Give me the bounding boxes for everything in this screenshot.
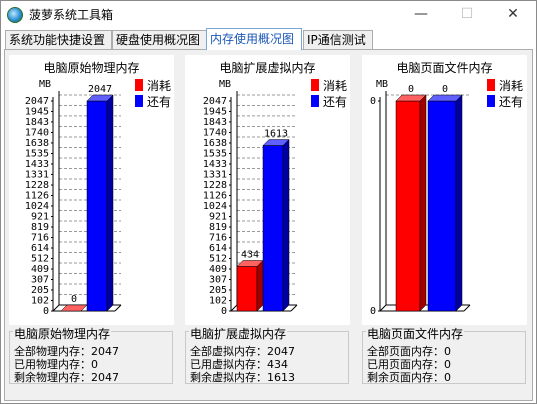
group-title: 电脑原始物理内存 (13, 325, 112, 342)
bar-side (256, 259, 264, 312)
free-physical-memory: 剩余物理内存：2047 (14, 371, 119, 384)
y-tick-label: 716 (209, 233, 227, 244)
bar-remaining (427, 100, 457, 312)
data-label: 0 (71, 294, 77, 305)
pagefile-memory-chart: 电脑页面文件内存 MB 消耗 还有 0000 (362, 55, 527, 325)
maximize-button[interactable]: ☐ (444, 1, 490, 28)
floor-left-edge (52, 304, 60, 312)
y-tick-label: 307 (209, 275, 227, 286)
title-bar[interactable]: 菠萝系统工具箱 — ☐ ✕ (1, 1, 536, 28)
data-label: 0 (408, 84, 414, 95)
app-logo-icon (7, 7, 23, 23)
y-tick-label: 1433 (25, 159, 49, 170)
y-tick-label: 205 (209, 285, 227, 296)
chart-plot: 0 0 0 0 (370, 84, 471, 317)
data-label: 434 (241, 249, 259, 260)
data-label: 2047 (88, 84, 112, 95)
y-tick-label: 1331 (203, 169, 227, 180)
y-tick-label: 0 (43, 306, 49, 317)
y-tick-label: 614 (31, 243, 49, 254)
y-tick-label: 0 (370, 96, 376, 107)
y-tick-label: 409 (209, 264, 227, 275)
y-tick-label: 1024 (25, 201, 49, 212)
bar-side (106, 94, 114, 312)
y-tick-label: 1535 (25, 149, 49, 160)
y-tick-label: 512 (209, 253, 227, 264)
y-tick-label: 1843 (203, 117, 227, 128)
y-tick-label: 1126 (203, 190, 227, 201)
group-title: 电脑页面文件内存 (366, 325, 465, 342)
y-tick-label: 512 (31, 253, 49, 264)
y-tick-label: 1843 (25, 117, 49, 128)
y-tick-label: 1740 (203, 127, 227, 138)
y-tick-label: 0 (221, 306, 227, 317)
y-tick-label: 1638 (25, 138, 49, 149)
free-page-memory: 剩余页面内存：0 (367, 371, 451, 384)
floor-left-edge (230, 304, 238, 312)
app-window: 菠萝系统工具箱 — ☐ ✕ 系统功能快捷设置 硬盘使用概况图 内存使用概况图 I… (0, 0, 537, 404)
physical-memory-summary: 电脑原始物理内存 全部物理内存：2047 已用物理内存：0 剩余物理内存：204… (9, 325, 174, 385)
window-title: 菠萝系统工具箱 (29, 8, 114, 22)
y-tick-label: 1024 (203, 201, 227, 212)
y-tick-label: 1740 (25, 127, 49, 138)
y-tick-label: 614 (209, 243, 227, 254)
y-tick-label: 1535 (203, 149, 227, 160)
close-button[interactable]: ✕ (490, 1, 536, 28)
virtual-memory-chart: 电脑扩展虚拟内存 MB 消耗 还有 0 102 205 307 409 512 614 716… (185, 55, 350, 325)
data-label: 1613 (264, 129, 288, 140)
bar-consumed (236, 266, 258, 312)
y-tick-label: 921 (209, 212, 227, 223)
group-title: 电脑扩展虚拟内存 (189, 325, 288, 342)
minimize-button[interactable]: — (398, 1, 444, 28)
y-tick-label: 2047 (203, 96, 227, 107)
y-tick-label: 2047 (25, 96, 49, 107)
floor-right-edge (290, 304, 298, 312)
bar-side (282, 138, 290, 312)
free-virtual-memory: 剩余虚拟内存：1613 (190, 371, 295, 384)
tab-disk-usage[interactable]: 硬盘使用概况图 (112, 30, 208, 49)
tab-memory-usage[interactable]: 内存使用概况图 (206, 28, 302, 50)
chart-plot: 0102205307409512614716819921102411261228… (25, 84, 122, 317)
tab-system-shortcuts[interactable]: 系统功能快捷设置 (5, 30, 112, 49)
floor-right-edge (114, 304, 122, 312)
y-tick-label: 409 (31, 264, 49, 275)
y-tick-label: 205 (31, 285, 49, 296)
floor-left-edge (379, 304, 387, 312)
tab-ip-test[interactable]: IP通信测试 (303, 30, 373, 49)
y-tick-label: 1433 (203, 159, 227, 170)
bar-side (455, 94, 463, 312)
y-tick-label: 819 (209, 222, 227, 233)
bar-remaining (262, 145, 284, 312)
y-tick-label: 716 (31, 233, 49, 244)
y-tick-label: 0 (370, 306, 376, 317)
bar-consumed (395, 100, 421, 312)
y-tick-label: 307 (31, 275, 49, 286)
y-tick-label: 102 (209, 296, 227, 307)
y-tick-label: 1945 (203, 106, 227, 117)
y-tick-label: 1945 (25, 106, 49, 117)
y-tick-label: 1228 (25, 180, 49, 191)
bar-top (60, 304, 88, 312)
chart-plot: 0102205307409512614716819921102411261228… (203, 91, 298, 317)
y-tick-label: 1228 (203, 180, 227, 191)
bar-top (427, 94, 463, 102)
y-tick-label: 819 (31, 222, 49, 233)
y-tick-label: 1126 (25, 190, 49, 201)
physical-memory-chart: 电脑原始物理内存 MB 消耗 还有 0 102 205 307 409 512 614 716… (9, 55, 174, 325)
virtual-memory-summary: 电脑扩展虚拟内存 全部虚拟内存：2047 已用虚拟内存：434 剩余虚拟内存：1… (185, 325, 350, 385)
data-label: 0 (442, 84, 448, 95)
y-tick-label: 921 (31, 212, 49, 223)
pagefile-memory-summary: 电脑页面文件内存 全部页面内存：0 已用页面内存：0 剩余页面内存：0 (362, 325, 527, 385)
y-tick-label: 1331 (25, 169, 49, 180)
y-tick-label: 102 (31, 296, 49, 307)
bar-remaining (86, 100, 108, 312)
tab-bar: 系统功能快捷设置 硬盘使用概况图 内存使用概况图 IP通信测试 (5, 28, 535, 50)
floor-right-edge (463, 304, 471, 312)
y-tick-label: 1638 (203, 138, 227, 149)
bar-side (419, 94, 427, 312)
